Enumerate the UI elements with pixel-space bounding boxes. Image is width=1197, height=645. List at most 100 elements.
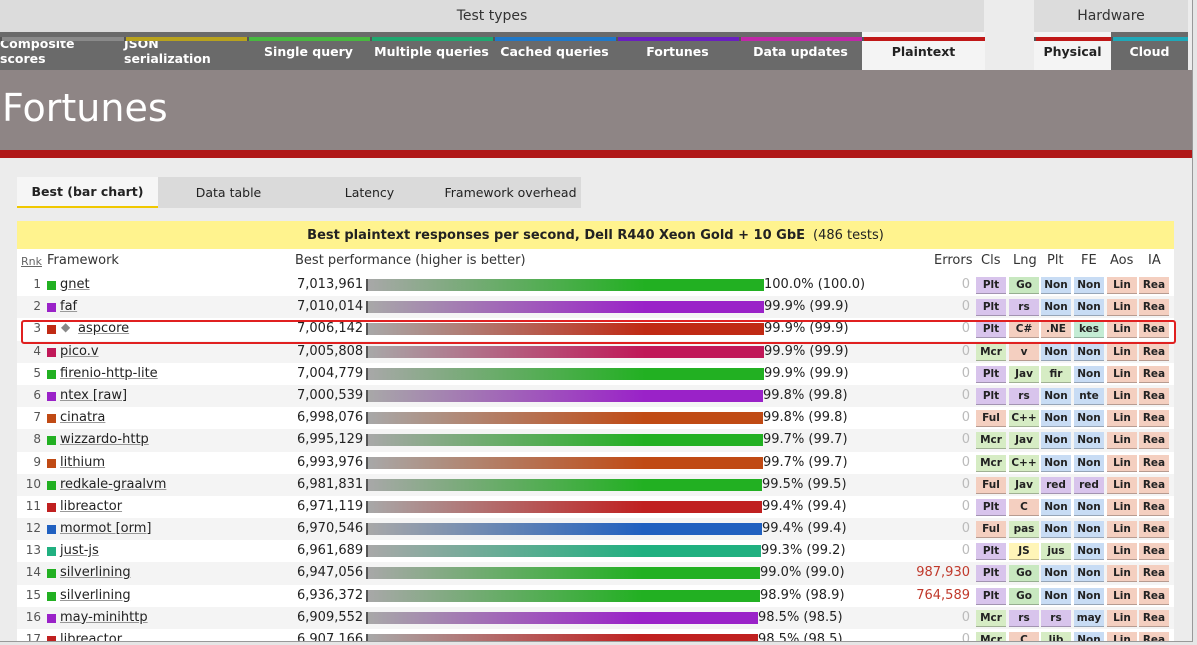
lng-tag: pas [1009,521,1039,539]
framework-link[interactable]: firenio-http-lite [60,366,158,381]
aos-tag: Lin [1107,454,1137,472]
lng-tag: C [1009,632,1039,641]
row-rank: 1 [33,277,41,291]
aos-tag: Lin [1107,365,1137,383]
cls-tag: Plt [976,543,1006,561]
subtab-best-bar-chart[interactable]: Best (bar chart) [17,177,158,208]
aos-tag: Lin [1107,277,1137,294]
aos-tag: Lin [1107,432,1137,450]
performance-bar [366,567,760,580]
table-row: 12 mormot [orm] 6,970,546 99.4% (99.4) 0 Ful p… [17,518,1174,541]
lng-tag: Go [1009,565,1039,583]
framework-link[interactable]: aspcore [78,321,129,336]
errors-value: 0 [961,277,970,292]
ia-tag: Rea [1139,476,1169,494]
framework-link[interactable]: silverlining [60,588,131,603]
performance-value: 7,006,142 [297,321,364,337]
framework-link[interactable]: just-js [60,543,99,558]
performance-bar [366,389,763,402]
performance-value: 6,947,056 [297,565,364,581]
aos-tag: Lin [1107,632,1137,641]
tab-physical[interactable]: Physical [1034,32,1111,70]
performance-value: 6,998,076 [297,410,364,426]
subtab-framework-overhead[interactable]: Framework overhead [440,177,581,208]
plt-tag: Non [1041,454,1071,472]
performance-bar [366,611,758,624]
framework-link[interactable]: mormot [orm] [60,521,151,536]
row-rank: 17 [25,632,41,642]
tab-data-updates[interactable]: Data updates [739,32,862,70]
tab-json-serialization[interactable]: JSON serialization [124,32,247,70]
plt-tag: Non [1041,587,1071,605]
subtab-data-table[interactable]: Data table [158,177,299,208]
header-rnk[interactable]: Rnk [21,255,42,268]
tab-composite-scores[interactable]: Composite scores [0,32,124,70]
framework-color-swatch [47,414,56,424]
cls-tag: Mcr [976,632,1006,641]
errors-value: 0 [961,410,970,426]
framework-color-swatch [47,391,56,401]
framework-link[interactable]: wizzardo-http [60,432,149,447]
header-errors: Errors [934,253,973,268]
ia-tag: Rea [1139,609,1169,627]
test-type-tabs: Composite scores JSON serialization Single… [0,32,985,70]
plt-tag: Non [1041,277,1071,294]
performance-bar [366,500,762,513]
framework-link[interactable]: ntex [raw] [60,388,127,403]
ia-tag: Rea [1139,277,1169,294]
cls-tag: Plt [976,387,1006,405]
tab-fortunes[interactable]: Fortunes [616,32,739,70]
ia-tag: Rea [1139,432,1169,450]
table-header: Rnk Framework Best performance (higher i… [17,249,1174,273]
tab-single-query[interactable]: Single query [247,32,370,70]
tab-plaintext[interactable]: Plaintext [862,32,985,70]
cls-tag: Ful [976,410,1006,428]
table-row: 14 silverlining 6,947,056 99.0% (99.0) 987,9… [17,562,1174,585]
framework-link[interactable]: gnet [60,277,90,292]
fe-tag: Non [1074,343,1104,361]
aos-tag: Lin [1107,587,1137,605]
framework-color-swatch [47,281,56,290]
table-row: 4 pico.v 7,005,808 99.9% (99.9) 0 Mcr v Non Non L… [17,340,1174,363]
table-row: 6 ntex [raw] 7,000,539 99.8% (99.8) 0 Plt rs No… [17,384,1174,408]
errors-value: 0 [961,476,970,492]
framework-link[interactable]: cinatra [60,410,105,425]
performance-value: 6,971,119 [297,498,364,514]
aos-tag: Lin [1107,343,1137,361]
table-row: 17 libreactor 6,907,166 98.5% (98.5) 0 Mcr Cli… [17,629,1174,642]
ia-tag: Rea [1139,387,1169,405]
framework-link[interactable]: may-minihttp [60,610,148,625]
framework-link[interactable]: redkale-graalvm [60,477,166,492]
framework-color-swatch [47,325,56,335]
subtab-latency[interactable]: Latency [299,177,440,208]
tab-cached-queries[interactable]: Cached queries [493,32,616,70]
ia-tag: Rea [1139,543,1169,561]
fe-tag: Non [1074,299,1104,317]
tab-cloud[interactable]: Cloud [1111,32,1188,70]
lng-tag: v [1009,343,1039,361]
performance-value: 6,981,831 [297,476,364,492]
view-subtabs: Best (bar chart) Data table Latency Framewo… [17,177,581,208]
ia-tag: Rea [1139,632,1169,641]
framework-color-swatch [47,525,56,535]
framework-link[interactable]: pico.v [60,344,99,359]
cls-tag: Plt [976,365,1006,383]
lng-tag: rs [1009,609,1039,627]
table-row: 2 faf 7,010,014 99.9% (99.9) 0 Plt rs Non Non Lin… [17,296,1174,319]
framework-link[interactable]: lithium [60,455,105,470]
row-rank: 4 [33,343,41,358]
framework-link[interactable]: faf [60,299,77,314]
framework-link[interactable]: silverlining [60,565,131,580]
framework-link[interactable]: libreactor [60,499,122,514]
row-rank: 15 [25,587,41,602]
framework-link[interactable]: libreactor [60,632,122,641]
errors-value: 0 [961,432,970,448]
tab-color-bar [0,37,124,41]
aos-tag: Lin [1107,521,1137,539]
tab-label: Cloud [1129,43,1170,59]
performance-percent: 99.4% (99.4) [762,498,847,514]
performance-percent: 98.5% (98.5) [758,632,843,642]
header-framework: Framework [47,253,119,268]
tab-multiple-queries[interactable]: Multiple queries [370,32,493,70]
performance-percent: 99.0% (99.0) [760,565,845,581]
